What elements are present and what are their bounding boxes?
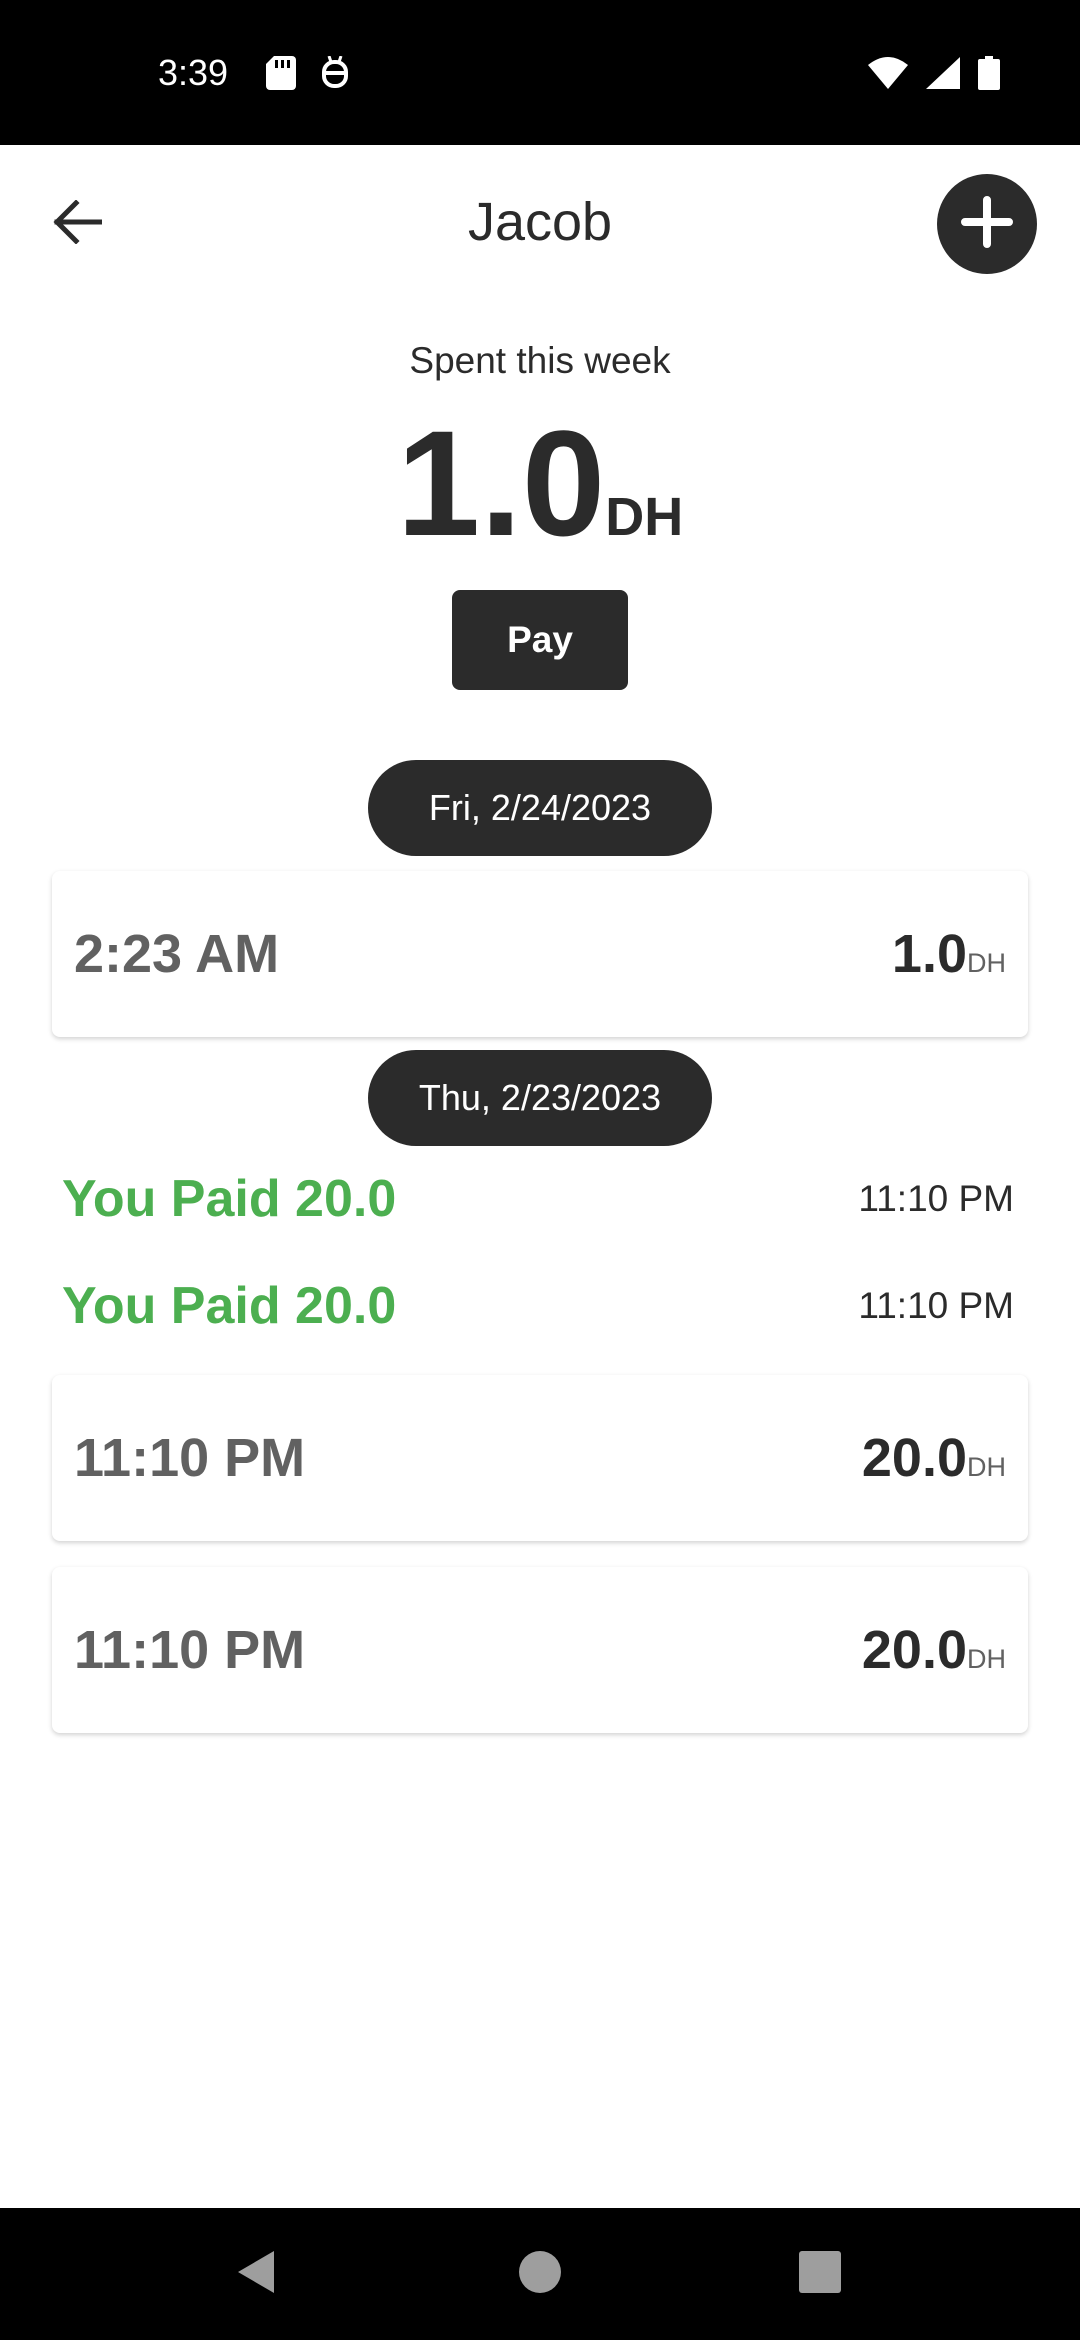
summary-unit: DH (605, 487, 684, 547)
expense-value: 20.0 (861, 1428, 967, 1488)
status-time: 3:39 (158, 52, 229, 93)
payment-text: You Paid 20.0 (62, 1170, 397, 1228)
expense-amount: 20.0DH (862, 1427, 1006, 1489)
back-triangle-icon (236, 2249, 276, 2300)
expense-time: 2:23 AM (74, 924, 280, 984)
nav-recents-button[interactable] (790, 2244, 850, 2304)
pay-button[interactable]: Pay (452, 590, 628, 690)
summary-value: 1.0 (396, 399, 606, 567)
battery-icon (978, 56, 1000, 95)
summary-label: Spent this week (409, 340, 671, 381)
app-bar: Jacob (0, 145, 1080, 300)
payment-text: You Paid 20.0 (62, 1277, 397, 1335)
wifi-icon (868, 57, 908, 94)
plus-icon (961, 195, 1013, 253)
expense-unit: DH (967, 1452, 1006, 1482)
summary-amount: 1.0DH (0, 408, 1080, 558)
expense-time: 11:10 PM (74, 1428, 306, 1488)
payment-row: You Paid 20.0 11:10 PM (0, 1261, 1080, 1351)
add-button[interactable] (937, 174, 1037, 274)
date-header: Fri, 2/24/2023 (368, 760, 712, 856)
expense-value: 20.0 (861, 1620, 967, 1680)
page-title: Jacob (467, 192, 613, 252)
home-circle-icon (518, 2250, 562, 2299)
expense-unit: DH (967, 1644, 1006, 1674)
payment-row: You Paid 20.0 11:10 PM (0, 1154, 1080, 1244)
payment-time: 11:10 PM (858, 1285, 1014, 1326)
signal-icon (926, 57, 960, 94)
system-nav-bar (0, 2208, 1080, 2340)
expense-card[interactable]: 11:10 PM 20.0DH (52, 1375, 1028, 1541)
android-debug-icon (320, 55, 350, 95)
expense-amount: 20.0DH (862, 1619, 1006, 1681)
payment-time: 11:10 PM (858, 1178, 1014, 1219)
expense-time: 11:10 PM (74, 1620, 306, 1680)
sd-card-icon (266, 56, 296, 95)
nav-home-button[interactable] (510, 2244, 570, 2304)
expense-card[interactable]: 11:10 PM 20.0DH (52, 1567, 1028, 1733)
expense-value: 1.0 (891, 924, 967, 984)
recents-square-icon (799, 2250, 841, 2298)
nav-back-button[interactable] (226, 2244, 286, 2304)
date-header: Thu, 2/23/2023 (368, 1050, 712, 1146)
status-bar: 3:39 (0, 0, 1080, 145)
expense-card[interactable]: 2:23 AM 1.0DH (52, 871, 1028, 1037)
expense-amount: 1.0DH (892, 923, 1006, 985)
expense-unit: DH (967, 948, 1006, 978)
